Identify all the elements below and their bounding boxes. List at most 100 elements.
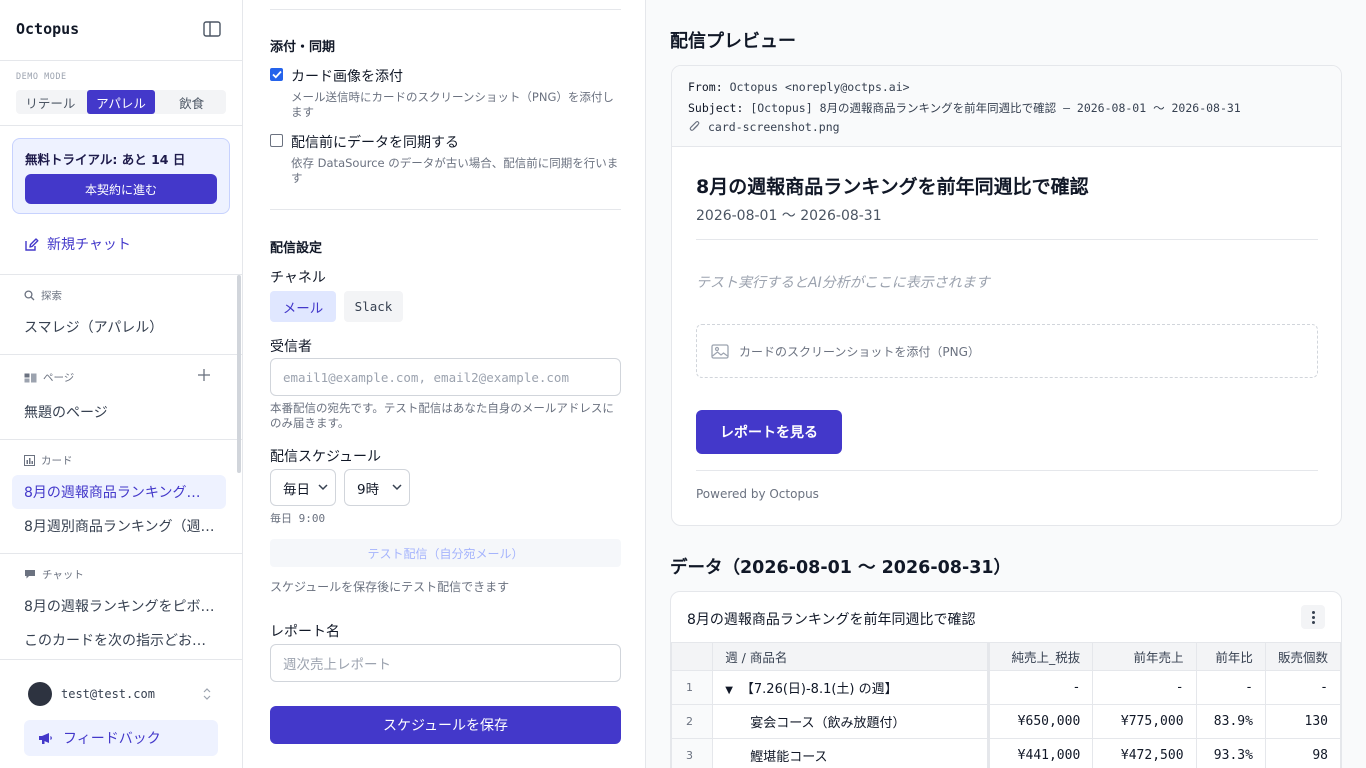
- divider: [0, 659, 242, 660]
- paperclip-icon: [689, 121, 700, 131]
- sidebar-item-chat[interactable]: このカードを次の指示どおりに修正: [24, 630, 218, 650]
- row-number: 2: [671, 704, 714, 739]
- edit-icon: [25, 237, 39, 251]
- table-cell: -: [1195, 670, 1266, 705]
- email-header: From: Octopus <noreply@octps.ai> Subject…: [672, 66, 1341, 147]
- attach-card-desc: メール送信時にカードのスクリーンショット（PNG）を添付します: [291, 90, 614, 119]
- row-number-header: [671, 642, 714, 671]
- demo-tab-apparel[interactable]: アパレル: [86, 90, 156, 114]
- section-cards: カード: [24, 453, 73, 468]
- table-row: 1 ▼ 【7.26(日)-8.1(土) の週】 - - - -: [671, 670, 1341, 705]
- channel-slack-button[interactable]: Slack: [344, 291, 403, 322]
- test-hint: スケジュールを保存後にテスト配信できます: [270, 580, 510, 594]
- column-header[interactable]: 週 / 商品名: [712, 642, 991, 671]
- test-delivery-button[interactable]: テスト配信（自分宛メール）: [270, 539, 621, 567]
- channel-label: チャネル: [270, 270, 326, 286]
- column-header[interactable]: 前年売上: [1092, 642, 1197, 671]
- table-cell: -: [1264, 670, 1341, 705]
- email-date-range: 2026-08-01 〜 2026-08-31: [696, 208, 882, 224]
- group-row-cell[interactable]: ▼ 【7.26(日)-8.1(土) の週】: [712, 670, 991, 705]
- preview-panel: 配信プレビュー From: Octopus <noreply@octps.ai>…: [646, 0, 1366, 768]
- table-row: 3 鰹堪能コース ¥441,000 ¥472,500 93.3% 98: [671, 738, 1341, 768]
- table-cell: 98: [1264, 738, 1341, 768]
- more-menu-icon[interactable]: [1301, 605, 1325, 629]
- table-cell: 130: [1264, 704, 1341, 739]
- check-icon: [271, 70, 282, 79]
- table-header-row: 週 / 商品名 純売上_税抜 前年売上 前年比 販売個数: [671, 642, 1341, 671]
- attach-card-title: カード画像を添付: [291, 69, 403, 85]
- brand-logo[interactable]: Octopus: [16, 20, 79, 38]
- table-cell: 93.3%: [1195, 738, 1266, 768]
- delivery-heading: 配信設定: [270, 241, 323, 256]
- sync-before-option[interactable]: 配信前にデータを同期する 依存 DataSource のデータが古い場合、配信前…: [270, 132, 621, 186]
- sidebar-scrollbar[interactable]: [237, 275, 241, 473]
- attach-card-checkbox[interactable]: [270, 68, 283, 81]
- sync-before-desc: 依存 DataSource のデータが古い場合、配信前に同期を行います: [291, 156, 619, 185]
- view-report-button[interactable]: レポートを見る: [696, 410, 842, 454]
- recipients-input[interactable]: email1@example.com, email2@example.com: [270, 358, 621, 396]
- table-cell: ¥650,000: [988, 704, 1094, 739]
- sidebar-item-page[interactable]: 無題のページ: [24, 402, 218, 422]
- divider: [270, 9, 621, 10]
- email-subject: Subject: [Octopus] 8月の週報商品ランキングを前年同週比で確認…: [688, 101, 1241, 115]
- column-header[interactable]: 販売個数: [1264, 642, 1341, 671]
- feedback-button[interactable]: フィードバック: [24, 720, 218, 756]
- email-from: From: Octopus <noreply@octps.ai>: [688, 80, 910, 94]
- divider: [696, 239, 1318, 240]
- frequency-select[interactable]: 毎日: [270, 469, 336, 506]
- trial-banner: 無料トライアル: あと 14 日 本契約に進む: [12, 138, 230, 214]
- channel-email-button[interactable]: メール: [270, 291, 336, 322]
- sidebar-item-explore[interactable]: スマレジ（アパレル）: [24, 317, 218, 337]
- table-cell: ¥775,000: [1092, 704, 1197, 739]
- sync-before-checkbox[interactable]: [270, 134, 283, 147]
- new-chat-label: 新規チャット: [47, 237, 131, 253]
- section-chats: チャット: [24, 567, 84, 582]
- sidebar-item-card-active[interactable]: 8月の週報商品ランキングを前年同週比で確認: [12, 475, 226, 509]
- section-explore: 探索: [24, 288, 62, 303]
- table-cell: 83.9%: [1195, 704, 1266, 739]
- user-email: test@test.com: [61, 687, 155, 701]
- chart-icon: [24, 455, 35, 466]
- save-schedule-button[interactable]: スケジュールを保存: [270, 706, 621, 744]
- sidebar-item-chat[interactable]: 8月の週報ランキングをピボット表示: [24, 596, 218, 616]
- recipients-label: 受信者: [270, 339, 312, 355]
- divider: [0, 60, 242, 61]
- column-header[interactable]: 純売上_税抜: [988, 642, 1094, 671]
- email-attachment-name[interactable]: card-screenshot.png: [708, 120, 840, 134]
- powered-by: Powered by Octopus: [696, 487, 819, 501]
- report-name-placeholder: 週次売上レポート: [283, 657, 391, 673]
- pages-icon: [24, 373, 37, 382]
- sidebar-toggle-icon[interactable]: [203, 21, 221, 37]
- collapse-toggle-icon[interactable]: ▼: [725, 685, 733, 696]
- divider: [270, 209, 621, 210]
- demo-mode-label: DEMO MODE: [16, 72, 67, 82]
- data-table-card: 8月の週報商品ランキングを前年同週比で確認 週 / 商品名 純売上_税抜 前年売…: [670, 591, 1342, 768]
- hour-select[interactable]: 9時: [344, 469, 410, 506]
- chevron-updown-icon[interactable]: [202, 687, 212, 701]
- divider: [0, 274, 242, 275]
- sidebar-item-card[interactable]: 8月週別商品ランキング（週x商品）: [24, 516, 218, 536]
- new-chat-button[interactable]: 新規チャット: [24, 234, 131, 254]
- attach-card-option[interactable]: カード画像を添付 メール送信時にカードのスクリーンショット（PNG）を添付します: [270, 66, 621, 120]
- schedule-label: 配信スケジュール: [270, 449, 382, 465]
- sync-before-title: 配信前にデータを同期する: [291, 135, 459, 151]
- data-table: 週 / 商品名 純売上_税抜 前年売上 前年比 販売個数 1 ▼ 【7.26(日)…: [671, 642, 1341, 768]
- email-preview: From: Octopus <noreply@octps.ai> Subject…: [671, 65, 1342, 526]
- frequency-value: 毎日: [283, 481, 310, 498]
- column-header[interactable]: 前年比: [1195, 642, 1266, 671]
- megaphone-icon: [39, 732, 52, 744]
- trial-text: 無料トライアル: あと 14 日: [25, 152, 186, 167]
- demo-tab-retail[interactable]: リテール: [16, 90, 85, 114]
- upgrade-button[interactable]: 本契約に進む: [25, 174, 217, 204]
- row-number: 1: [671, 670, 714, 705]
- add-page-icon[interactable]: [198, 369, 210, 381]
- report-name-input[interactable]: 週次売上レポート: [270, 644, 621, 682]
- table-cell: ¥472,500: [1092, 738, 1197, 768]
- user-menu[interactable]: test@test.com: [28, 682, 155, 706]
- demo-tab-food[interactable]: 飲食: [157, 90, 226, 114]
- screenshot-placeholder: カードのスクリーンショットを添付（PNG）: [696, 324, 1318, 378]
- table-cell: ¥441,000: [988, 738, 1094, 768]
- divider: [0, 125, 242, 126]
- divider: [0, 354, 242, 355]
- report-name-label: レポート名: [270, 624, 340, 640]
